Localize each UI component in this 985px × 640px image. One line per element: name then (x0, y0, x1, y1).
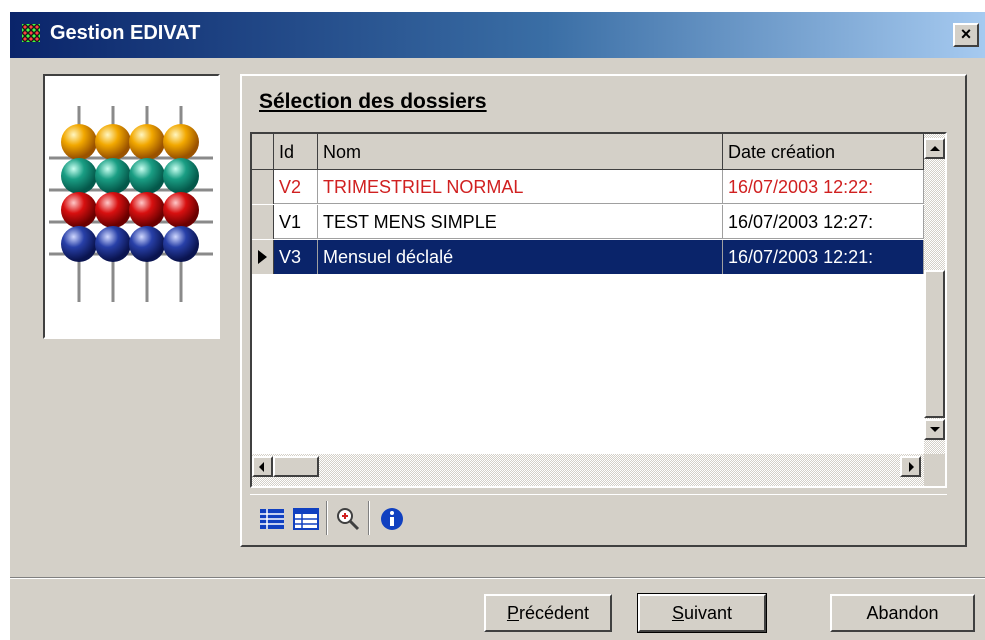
previous-access-key: P (506, 603, 519, 623)
cell-id: V1 (274, 205, 318, 239)
table-row[interactable]: V2 TRIMESTRIEL NORMAL 16/07/2003 12:22: (252, 170, 924, 204)
column-header-nom[interactable]: Nom (318, 134, 723, 170)
next-label: uivant (683, 603, 733, 623)
scroll-down-icon (930, 427, 940, 432)
toolbar-separator (368, 501, 370, 535)
scroll-down-button[interactable] (924, 419, 945, 440)
cell-date: 16/07/2003 12:21: (723, 240, 924, 274)
next-button[interactable]: Suivant (637, 593, 767, 633)
cell-nom: Mensuel déclalé (318, 240, 723, 274)
previous-button[interactable]: Précédent (484, 594, 612, 632)
selection-panel: Sélection des dossiers Id Nom Date créat… (240, 74, 967, 547)
grid-view-icon[interactable] (258, 505, 286, 533)
scroll-right-button[interactable] (900, 456, 921, 477)
close-button[interactable]: × (953, 23, 979, 47)
grid-header: Id Nom Date création (252, 134, 924, 170)
table-row[interactable]: V1 TEST MENS SIMPLE 16/07/2003 12:27: (252, 205, 924, 239)
window-title: Gestion EDIVAT (50, 22, 201, 44)
horizontal-scrollbar[interactable] (252, 454, 924, 486)
scroll-up-icon (930, 146, 940, 151)
vertical-scrollbar[interactable] (924, 134, 945, 454)
header-indicator (252, 134, 274, 170)
logo-panel (43, 74, 220, 339)
next-access-key: S (671, 603, 684, 623)
table-view-icon[interactable] (292, 505, 320, 533)
footer-divider (10, 577, 985, 579)
dossiers-grid[interactable]: Id Nom Date création V2 TRIMESTRIEL NORM… (250, 132, 947, 488)
scroll-right-icon (909, 462, 914, 472)
title-bar[interactable]: Gestion EDIVAT × (10, 12, 985, 58)
row-indicator (252, 240, 274, 274)
cell-date: 16/07/2003 12:27: (723, 205, 924, 239)
cell-id: V2 (274, 170, 318, 204)
app-icon (22, 24, 40, 42)
zoom-icon[interactable] (334, 505, 362, 533)
column-header-date[interactable]: Date création (723, 134, 924, 170)
info-icon[interactable] (378, 505, 406, 533)
cell-nom: TRIMESTRIEL NORMAL (318, 170, 723, 204)
previous-label: récédent (518, 603, 590, 623)
row-indicator (252, 170, 274, 204)
cancel-button[interactable]: Abandon (830, 594, 975, 632)
scroll-up-button[interactable] (924, 138, 945, 159)
row-indicator (252, 205, 274, 239)
scroll-left-button[interactable] (252, 456, 273, 477)
vertical-scroll-thumb[interactable] (924, 270, 945, 418)
grid-toolbar (250, 494, 947, 540)
cell-date: 16/07/2003 12:22: (723, 170, 924, 204)
column-header-id[interactable]: Id (274, 134, 318, 170)
scroll-left-icon (259, 462, 264, 472)
cell-id: V3 (274, 240, 318, 274)
cell-nom: TEST MENS SIMPLE (318, 205, 723, 239)
toolbar-separator (326, 501, 328, 535)
scroll-corner (924, 454, 945, 486)
horizontal-scroll-thumb[interactable] (273, 456, 319, 477)
edivat-window: Gestion EDIVAT × Sélection des dossiers … (10, 12, 985, 640)
current-row-arrow-icon (258, 250, 267, 264)
table-row-selected[interactable]: V3 Mensuel déclalé 16/07/2003 12:21: (252, 240, 924, 274)
abacus-logo (49, 106, 213, 302)
section-title: Sélection des dossiers (259, 90, 487, 113)
